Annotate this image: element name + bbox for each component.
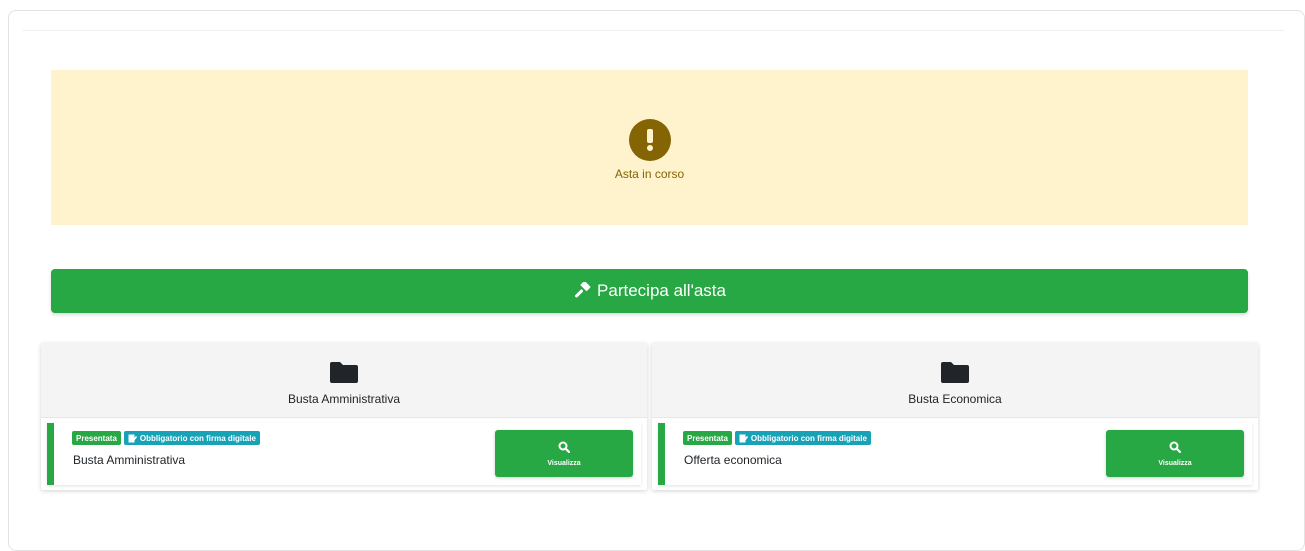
folder-icon	[940, 361, 970, 384]
envelope-card-economic: Busta Economica Presentata Obbligatorio …	[652, 343, 1258, 490]
envelope-document-row: Presentata Obbligatorio con firma digita…	[47, 423, 641, 485]
search-icon	[558, 441, 570, 453]
envelope-card-header: Busta Amministrativa	[41, 343, 647, 418]
gavel-icon	[573, 282, 591, 300]
envelope-card-administrative: Busta Amministrativa Presentata Obbligat…	[41, 343, 647, 490]
signature-icon	[739, 434, 748, 443]
search-icon	[1169, 441, 1181, 453]
join-auction-label: Partecipa all'asta	[597, 281, 726, 300]
view-button-label: Visualizza	[547, 459, 581, 467]
view-button[interactable]: Visualizza	[495, 430, 633, 477]
requirement-badge-label: Obbligatorio con firma digitale	[750, 433, 867, 443]
envelope-title: Busta Amministrativa	[287, 391, 401, 406]
document-name: Busta Amministrativa	[73, 453, 186, 467]
divider	[22, 30, 1284, 31]
exclamation-icon	[628, 118, 671, 161]
folder-icon	[329, 361, 359, 384]
requirement-badge: Obbligatorio con firma digitale	[734, 431, 871, 445]
join-auction-button[interactable]: Partecipa all'asta	[51, 269, 1248, 313]
envelope-card-header: Busta Economica	[652, 343, 1258, 418]
badge-group: Presentata Obbligatorio con firma digita…	[72, 431, 260, 445]
signature-icon	[128, 434, 137, 443]
badge-group: Presentata Obbligatorio con firma digita…	[683, 431, 871, 445]
auction-status-alert: Asta in corso	[51, 70, 1248, 225]
status-badge: Presentata	[72, 431, 121, 445]
envelope-document-row: Presentata Obbligatorio con firma digita…	[658, 423, 1252, 485]
requirement-badge-label: Obbligatorio con firma digitale	[139, 433, 256, 443]
alert-text: Asta in corso	[614, 166, 685, 181]
document-name: Offerta economica	[684, 453, 782, 467]
view-button[interactable]: Visualizza	[1106, 430, 1244, 477]
requirement-badge: Obbligatorio con firma digitale	[123, 431, 260, 445]
envelope-title: Busta Economica	[908, 391, 1002, 406]
status-badge: Presentata	[683, 431, 732, 445]
view-button-label: Visualizza	[1158, 459, 1192, 467]
